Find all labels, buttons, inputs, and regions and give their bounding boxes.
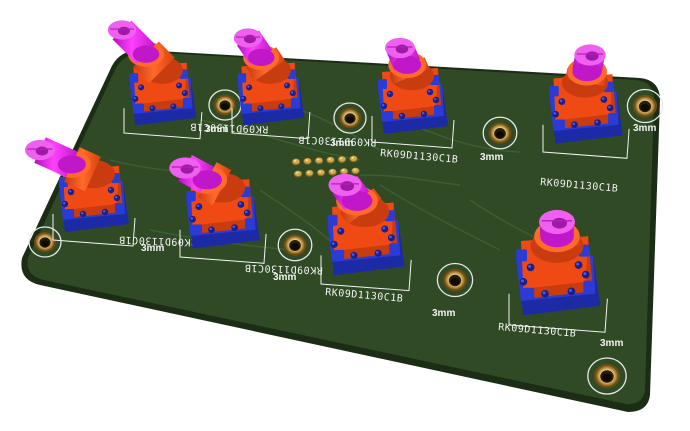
pot-clip xyxy=(434,105,443,115)
header-pad xyxy=(326,156,335,164)
pot-clip xyxy=(555,119,566,130)
pot-clip xyxy=(549,85,559,97)
pcb-3d-render[interactable]: 3mm3mm3mm3mm3mm3mm3mm3mm RK09D1130C1BRK0… xyxy=(0,0,690,431)
header-pad xyxy=(293,170,303,178)
header-pad xyxy=(349,155,358,163)
header-pad xyxy=(337,156,347,164)
pot-clip xyxy=(65,209,74,219)
pot-clip xyxy=(583,280,595,293)
hole-size-label: 3mm xyxy=(633,123,656,134)
header-pad xyxy=(314,157,324,165)
header-pad xyxy=(291,158,301,166)
hole-size-label: 3mm xyxy=(480,152,503,163)
pot-clip xyxy=(192,224,203,235)
pot-clip xyxy=(129,73,139,83)
header-pad xyxy=(303,158,312,165)
pot-clip xyxy=(334,249,345,261)
pot-clip xyxy=(523,287,535,300)
header-pad xyxy=(316,169,326,177)
pot-clip xyxy=(237,73,247,83)
header-pad xyxy=(351,167,360,175)
header-pad xyxy=(305,170,314,177)
pot-clip xyxy=(182,97,192,108)
hole-size-label: 3mm xyxy=(432,308,455,319)
pot-clip xyxy=(135,103,144,114)
pot-shaft xyxy=(107,20,160,64)
pot-clip xyxy=(389,243,400,255)
pot-clip xyxy=(384,111,393,121)
pot-clip xyxy=(115,203,124,213)
pcb-3d-viewer[interactable]: 3mm 3mm 3mm 3mm 3mm 3mm 3mm 3mm RK09D1130C1B RK0… xyxy=(0,0,690,431)
pot-clip xyxy=(290,97,300,108)
hole-size-label: 3mm xyxy=(600,338,623,349)
pot-clip xyxy=(516,249,527,262)
pot-clip xyxy=(378,79,387,89)
pot-clip xyxy=(186,190,196,202)
pot-clip xyxy=(243,103,252,114)
header-pad xyxy=(328,168,337,176)
pot-shaft xyxy=(539,209,575,248)
pot-clip xyxy=(245,218,255,229)
pot-clip xyxy=(608,113,618,124)
pot-clip xyxy=(327,214,338,226)
